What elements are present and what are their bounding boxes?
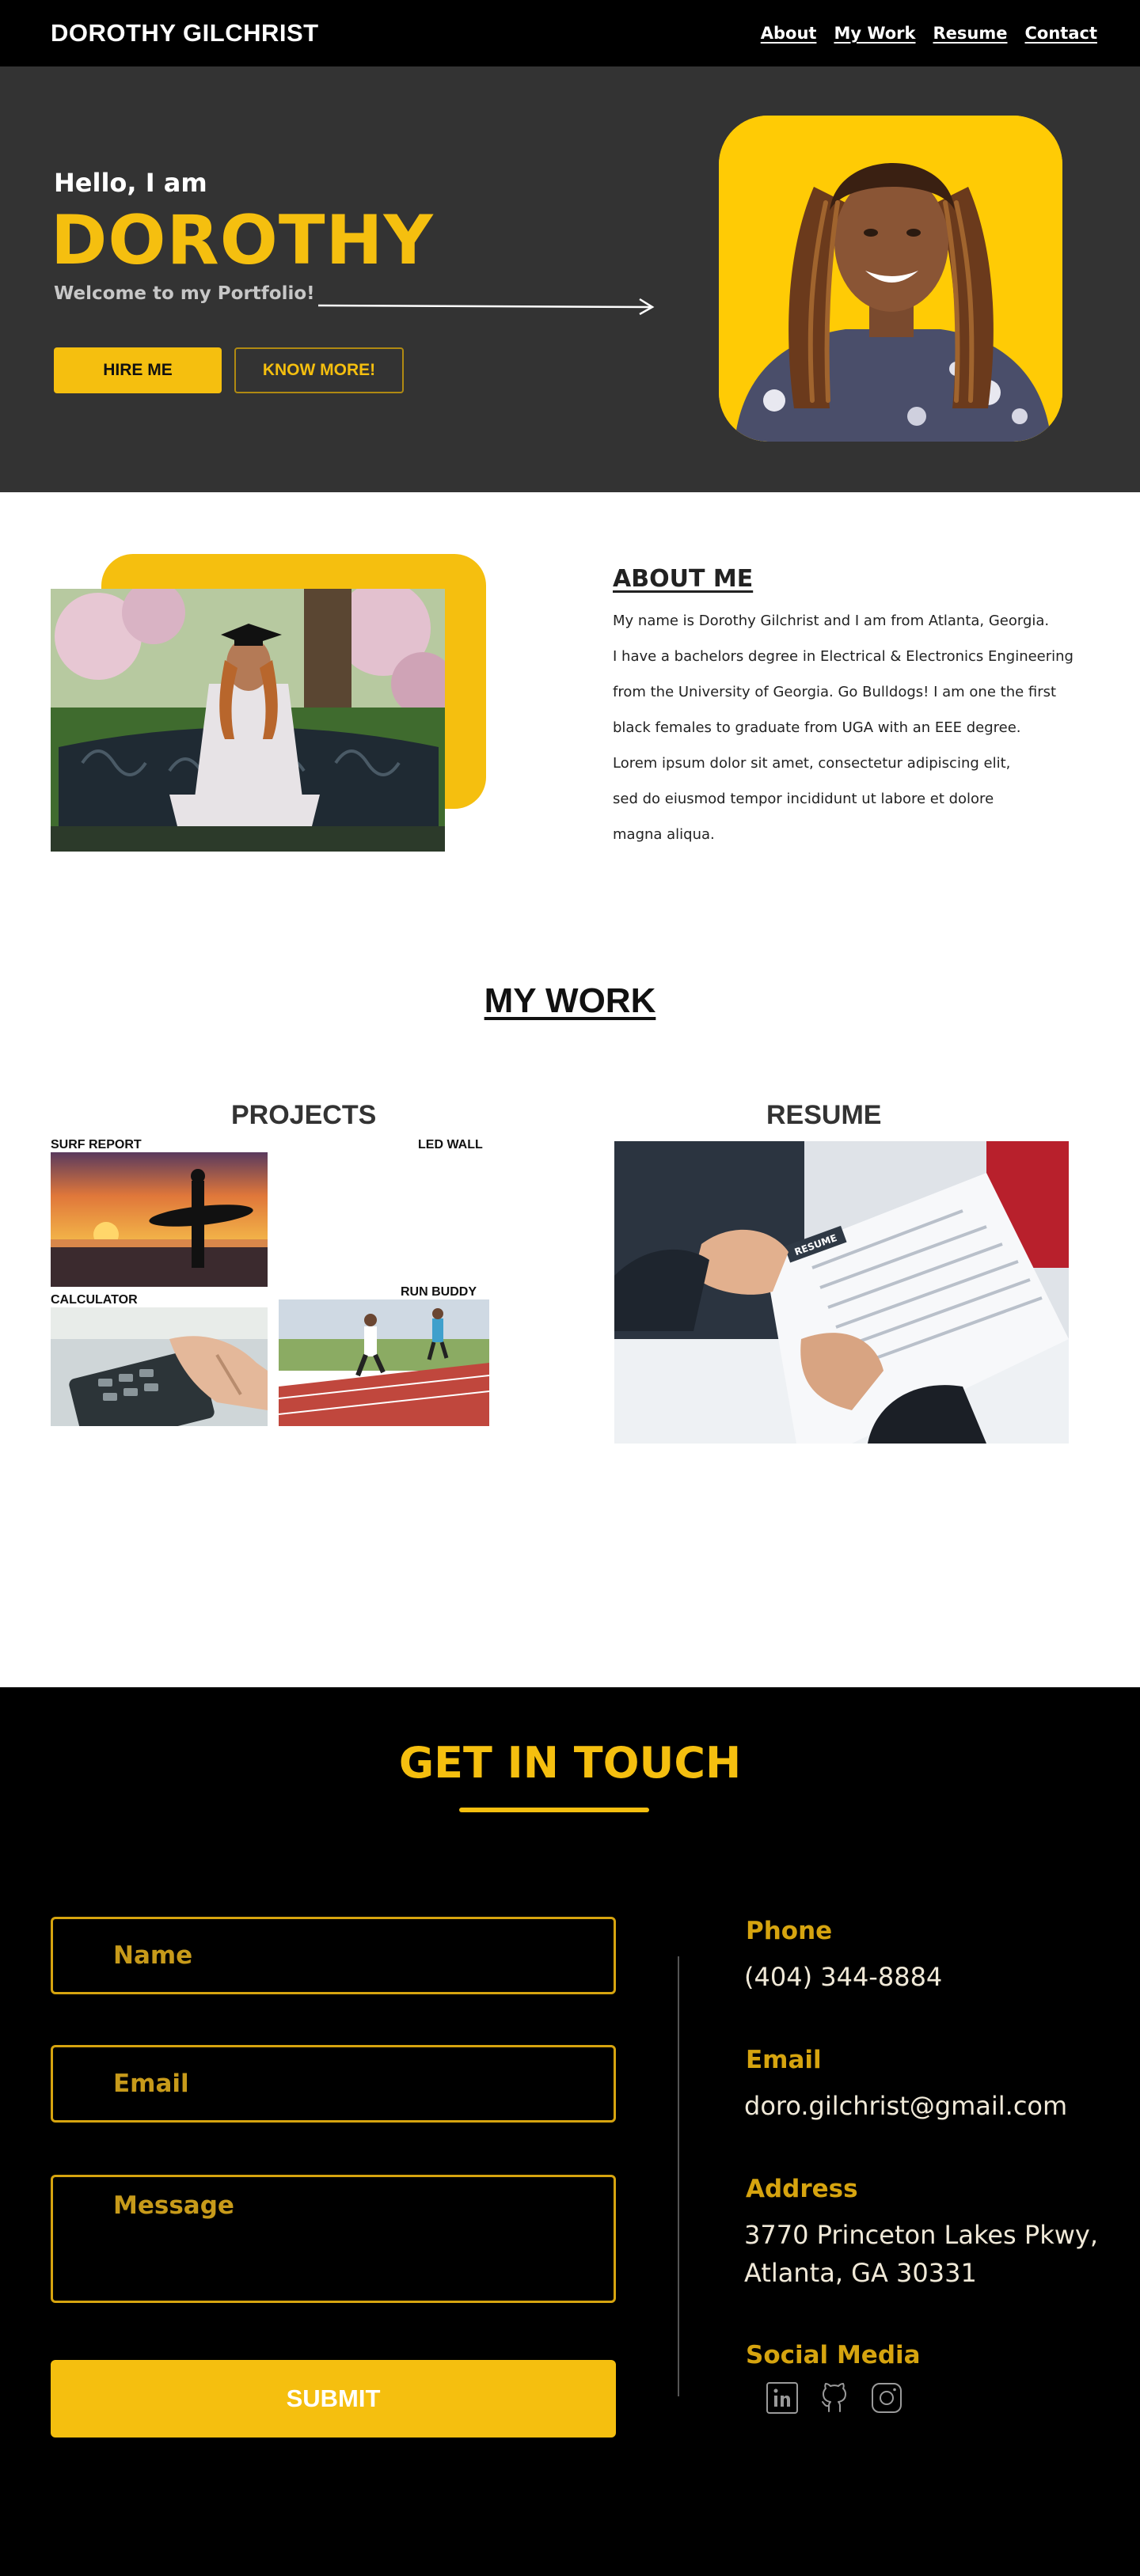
submit-button[interactable]: SUBMIT: [51, 2360, 616, 2438]
project-calculator-image[interactable]: [51, 1307, 268, 1426]
hire-me-button[interactable]: HIRE ME: [54, 347, 222, 393]
title-underline: [459, 1808, 649, 1812]
phone-value: (404) 344-8884: [744, 1962, 943, 1992]
nav-link-resume[interactable]: Resume: [933, 24, 1008, 43]
site-brand[interactable]: DOROTHY GILCHRIST: [51, 19, 319, 47]
project-label-calculator: CALCULATOR: [51, 1293, 138, 1307]
projects-title: PROJECTS: [231, 1100, 377, 1130]
instagram-icon[interactable]: [871, 2382, 902, 2417]
hero-welcome: Welcome to my Portfolio!: [54, 283, 315, 304]
social-icons: [766, 2382, 902, 2417]
project-label-run-buddy: RUN BUDDY: [401, 1285, 477, 1299]
about-line: sed do eiusmod tempor incididunt ut labo…: [613, 791, 994, 807]
hero-name: DOROTHY: [51, 201, 434, 280]
about-section: ABOUT ME My name is Dorothy Gilchrist an…: [0, 492, 1140, 920]
address-line-2: Atlanta, GA 30331: [744, 2258, 977, 2288]
email-field[interactable]: [51, 2045, 616, 2123]
calculator-illustration: [51, 1307, 268, 1426]
hero-greeting: Hello, I am: [54, 168, 207, 198]
nav-link-contact[interactable]: Contact: [1025, 24, 1098, 43]
know-more-button[interactable]: KNOW MORE!: [234, 347, 404, 393]
about-line: I have a bachelors degree in Electrical …: [613, 648, 1074, 665]
linkedin-icon[interactable]: [766, 2382, 798, 2417]
about-line: Lorem ipsum dolor sit amet, consectetur …: [613, 755, 1011, 772]
nav-link-my-work[interactable]: My Work: [834, 24, 915, 43]
project-run-buddy-image[interactable]: [279, 1299, 489, 1426]
running-track-illustration: [279, 1299, 489, 1426]
about-text: My name is Dorothy Gilchrist and I am fr…: [613, 603, 1119, 852]
github-icon[interactable]: [819, 2382, 850, 2417]
resume-handoff-illustration: RESUME: [614, 1141, 1069, 1444]
top-navigation: DOROTHY GILCHRIST About My Work Resume C…: [0, 0, 1140, 66]
hero-section: Hello, I am DOROTHY Welcome to my Portfo…: [0, 66, 1140, 492]
graduation-photo: [51, 589, 445, 852]
project-surf-report-image[interactable]: [51, 1152, 268, 1287]
about-line: magna aliqua.: [613, 826, 715, 843]
project-label-led-wall[interactable]: LED WALL: [418, 1138, 483, 1152]
email-value: doro.gilchrist@gmail.com: [744, 2091, 1068, 2121]
address-label: Address: [746, 2175, 858, 2203]
graduation-illustration: [51, 589, 445, 852]
my-work-title: MY WORK: [484, 981, 656, 1020]
name-field[interactable]: [51, 1917, 616, 1994]
portrait-illustration: [719, 116, 1062, 442]
project-label-surf-report: SURF REPORT: [51, 1138, 142, 1151]
sunset-surfer-illustration: [51, 1152, 268, 1287]
resume-title: RESUME: [766, 1100, 882, 1130]
nav-link-about[interactable]: About: [761, 24, 817, 43]
about-line: My name is Dorothy Gilchrist and I am fr…: [613, 613, 1050, 629]
nav-links: About My Work Resume Contact: [761, 24, 1097, 43]
address-line-1: 3770 Princeton Lakes Pkwy,: [744, 2220, 1098, 2250]
about-line: from the University of Georgia. Go Bulld…: [613, 684, 1057, 700]
phone-label: Phone: [746, 1917, 833, 1945]
my-work-section: MY WORK PROJECTS RESUME SURF REPORT LED …: [0, 920, 1140, 1687]
hero-portrait: [719, 116, 1062, 442]
contact-section: GET IN TOUCH SUBMIT Phone (404) 344-8884…: [0, 1687, 1140, 2576]
message-field[interactable]: [51, 2175, 616, 2303]
social-media-label: Social Media: [746, 2341, 921, 2369]
contact-divider: [678, 1956, 679, 2396]
resume-image[interactable]: RESUME: [614, 1141, 1069, 1444]
get-in-touch-title: GET IN TOUCH: [398, 1738, 742, 1788]
email-label: Email: [746, 2046, 822, 2074]
about-title: ABOUT ME: [613, 565, 754, 593]
arrow-right-icon: [317, 298, 655, 315]
about-line: black females to graduate from UGA with …: [613, 719, 1021, 736]
